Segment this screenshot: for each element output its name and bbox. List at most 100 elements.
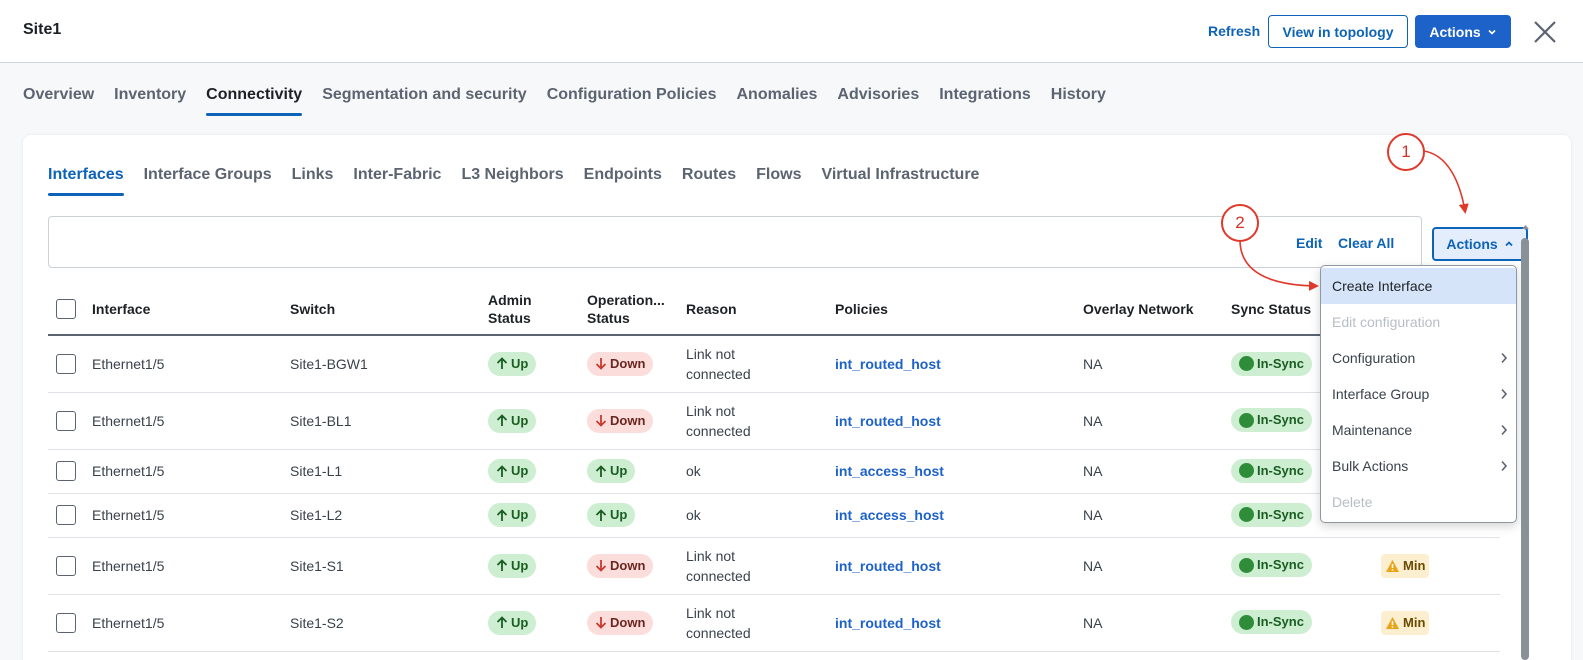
menu-item-interface-group[interactable]: Interface Group: [1321, 376, 1516, 412]
row-checkbox[interactable]: [56, 555, 76, 576]
subtab-interfaces[interactable]: Interfaces: [48, 166, 124, 196]
column-header-operational-status[interactable]: Operation... Status: [587, 283, 686, 336]
row-checkbox[interactable]: [56, 505, 76, 525]
tab-history[interactable]: History: [1051, 86, 1106, 116]
policy-link[interactable]: int_routed_host: [835, 356, 941, 372]
row-checkbox[interactable]: [56, 461, 76, 481]
cell-policies: int_access_host: [835, 449, 1083, 494]
table-actions-button[interactable]: Actions: [1432, 227, 1528, 261]
subtab-inter-fabric[interactable]: Inter-Fabric: [353, 166, 441, 196]
subtab-virtual-infrastructure[interactable]: Virtual Infrastructure: [821, 166, 979, 196]
oper-status-text: Up: [610, 463, 628, 478]
column-header-switch[interactable]: Switch: [290, 283, 488, 336]
anomaly-badge[interactable]: Min: [1381, 553, 1430, 578]
oper-status-text: Up: [610, 507, 628, 522]
tab-overview[interactable]: Overview: [23, 86, 94, 116]
tab-inventory[interactable]: Inventory: [114, 86, 186, 116]
table-row[interactable]: Ethernet1/5 Site1-L2 Up Up ok int_access_host…: [48, 493, 1500, 538]
policy-link[interactable]: int_routed_host: [835, 615, 941, 631]
cell-oper-status: Down: [587, 335, 686, 393]
reason-line-1: Link not: [686, 547, 736, 564]
chevron-right-icon: [1501, 460, 1508, 472]
sync-status-badge: In-Sync: [1231, 351, 1312, 376]
subtab-links[interactable]: Links: [292, 166, 334, 196]
sync-status-text: In-Sync: [1257, 412, 1304, 428]
tab-segmentation-and-security[interactable]: Segmentation and security: [322, 86, 527, 116]
row-checkbox[interactable]: [56, 353, 76, 374]
clear-all-link[interactable]: Clear All: [1338, 235, 1394, 251]
cell-admin-status: Up: [488, 449, 587, 494]
arrow-down-icon: [595, 358, 607, 371]
vertical-scrollbar[interactable]: [1521, 238, 1529, 660]
table-row[interactable]: Ethernet1/5 Site1-L1 Up Up ok int_access_host…: [48, 449, 1500, 494]
tab-configuration-policies[interactable]: Configuration Policies: [547, 86, 717, 116]
select-all-checkbox[interactable]: [56, 298, 76, 319]
refresh-link[interactable]: Refresh: [1208, 23, 1260, 39]
column-header-policies[interactable]: Policies: [835, 283, 1083, 336]
menu-item-bulk-actions[interactable]: Bulk Actions: [1321, 448, 1516, 484]
sync-status-badge: In-Sync: [1231, 553, 1312, 578]
tab-integrations[interactable]: Integrations: [939, 86, 1031, 116]
status-dot-icon: [1239, 507, 1254, 523]
menu-item-label: Bulk Actions: [1332, 458, 1409, 474]
arrow-up-icon: [496, 357, 508, 370]
column-header-interface[interactable]: Interface: [92, 283, 290, 336]
tab-advisories[interactable]: Advisories: [837, 86, 919, 116]
cell-reason: Link not connected: [686, 594, 835, 652]
table-row[interactable]: Ethernet1/5 Site1-BGW1 Up Down Link not conne…: [48, 335, 1500, 393]
oper-status-text: Down: [610, 355, 646, 371]
tab-connectivity[interactable]: Connectivity: [206, 86, 303, 116]
cell-overlay-network: NA: [1083, 594, 1231, 652]
header-actions-button[interactable]: Actions: [1415, 15, 1511, 48]
cell-reason: ok: [686, 493, 835, 538]
cell-overlay-network: NA: [1083, 335, 1231, 393]
cell-overlay-network: NA: [1083, 392, 1231, 450]
edit-filter-link[interactable]: Edit: [1296, 235, 1322, 251]
column-header-overlay-network[interactable]: Overlay Network: [1083, 283, 1231, 336]
status-dot-icon: [1239, 614, 1254, 630]
column-header-admin-status[interactable]: Admin Status: [488, 283, 587, 336]
menu-item-maintenance[interactable]: Maintenance: [1321, 412, 1516, 448]
sync-status-text: In-Sync: [1257, 557, 1304, 573]
main-tabs: Overview Inventory Connectivity Segmenta…: [23, 86, 1106, 116]
cell-anomaly: Min: [1381, 537, 1500, 595]
sync-status-badge: In-Sync: [1231, 610, 1312, 635]
policy-link[interactable]: int_access_host: [835, 463, 944, 479]
menu-item-configuration[interactable]: Configuration: [1321, 340, 1516, 376]
policy-link[interactable]: int_routed_host: [835, 413, 941, 429]
row-checkbox[interactable]: [56, 410, 76, 431]
filter-input[interactable]: [48, 216, 1422, 268]
cell-admin-status: Up: [488, 537, 587, 595]
chevron-right-icon: [1501, 424, 1508, 436]
reason-line-2: connected: [686, 422, 751, 439]
subtab-interface-groups[interactable]: Interface Groups: [144, 166, 272, 196]
sync-status-badge: In-Sync: [1231, 458, 1312, 483]
callout-badge-2: 2: [1221, 204, 1259, 242]
oper-status-badge: Up: [587, 503, 636, 527]
cell-interface: Ethernet1/5: [92, 335, 290, 393]
tab-anomalies[interactable]: Anomalies: [736, 86, 817, 116]
status-dot-icon: [1239, 412, 1254, 428]
menu-item-create-interface[interactable]: Create Interface: [1321, 268, 1516, 304]
warning-icon: [1386, 616, 1399, 629]
table-row[interactable]: Ethernet1/5 Site1-S2 Up Down Link not connect…: [48, 594, 1500, 652]
policy-link[interactable]: int_access_host: [835, 507, 944, 523]
status-dot-icon: [1239, 463, 1254, 479]
column-header-reason[interactable]: Reason: [686, 283, 835, 336]
subtab-routes[interactable]: Routes: [682, 166, 736, 196]
row-checkbox[interactable]: [56, 612, 76, 633]
anomaly-badge[interactable]: Min: [1381, 610, 1430, 635]
scroll-up-arrow-icon[interactable]: [1521, 223, 1530, 231]
arrow-down-icon: [595, 560, 607, 572]
subtab-flows[interactable]: Flows: [756, 166, 801, 196]
cell-interface: Ethernet1/5: [92, 537, 290, 595]
menu-item-edit-configuration: Edit configuration: [1321, 304, 1516, 340]
view-in-topology-button[interactable]: View in topology: [1268, 15, 1408, 48]
table-row[interactable]: Ethernet1/5 Site1-S1 Up Down Link not connect…: [48, 537, 1500, 595]
subtab-endpoints[interactable]: Endpoints: [584, 166, 662, 196]
close-icon[interactable]: [1531, 18, 1559, 46]
policy-link[interactable]: int_routed_host: [835, 558, 941, 574]
cell-switch: Site1-L2: [290, 493, 488, 538]
table-row[interactable]: Ethernet1/5 Site1-BL1 Up Down Link not connec…: [48, 392, 1500, 450]
subtab-l3-neighbors[interactable]: L3 Neighbors: [461, 166, 563, 196]
